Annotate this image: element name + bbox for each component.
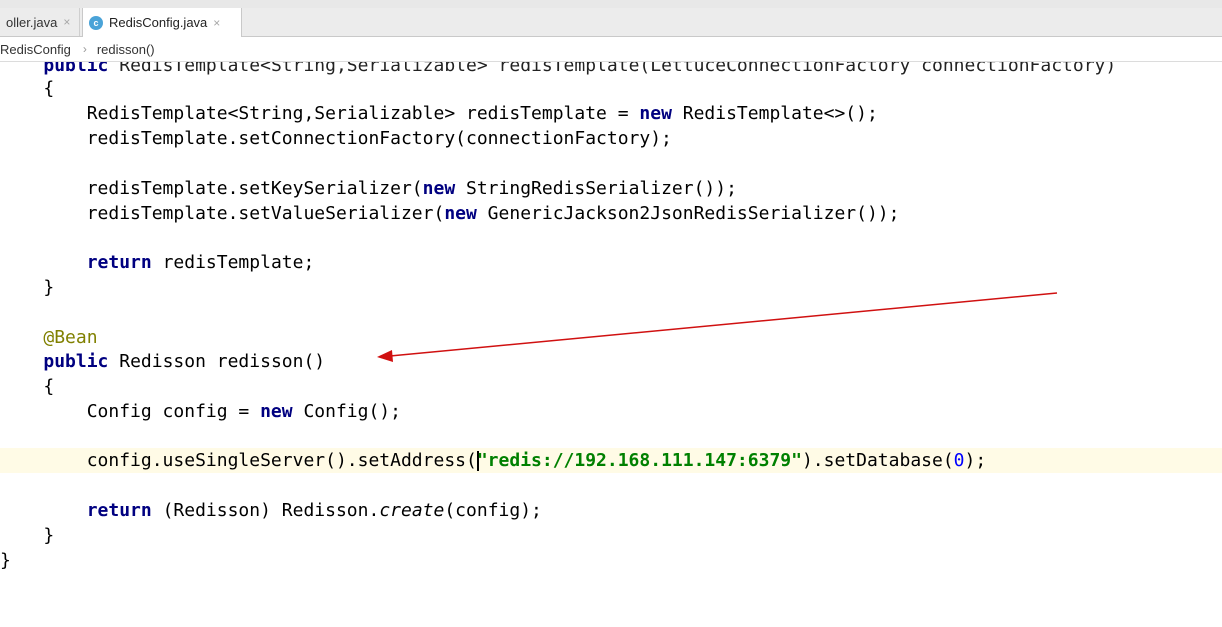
code-line-20: } xyxy=(0,550,11,571)
tab-label: oller.java xyxy=(6,14,58,30)
tab-label: RedisConfig.java xyxy=(109,15,208,30)
code-line-14: Config config = new Config(); xyxy=(86,401,401,422)
breadcrumb-method[interactable]: redisson() xyxy=(97,42,155,57)
tab-controller-java[interactable]: oller.java × xyxy=(0,8,80,36)
tab-redisconfig-java[interactable]: c RedisConfig.java × xyxy=(82,8,242,37)
code-line-8: return redisTemplate; xyxy=(86,252,315,273)
code-line-19: } xyxy=(43,525,55,546)
close-icon[interactable]: × xyxy=(63,15,70,29)
code-line-13: { xyxy=(43,376,55,397)
code-line-9: } xyxy=(43,277,55,298)
code-line-18: return (Redisson) Redisson.create(config… xyxy=(86,500,542,521)
java-class-icon: c xyxy=(89,15,103,30)
breadcrumb-class[interactable]: RedisConfig xyxy=(0,42,71,57)
code-line-16: config.useSingleServer().setAddress("red… xyxy=(0,448,1222,473)
code-line-11: @Bean xyxy=(43,327,98,348)
breadcrumb-separator-icon: › xyxy=(82,42,87,56)
code-line-6: redisTemplate.setValueSerializer(new Gen… xyxy=(86,203,900,224)
code-line-1: { xyxy=(43,78,55,99)
code-line-5: redisTemplate.setKeySerializer(new Strin… xyxy=(86,178,737,199)
editor-tab-bar: oller.java × c RedisConfig.java × xyxy=(0,8,1222,37)
breadcrumb: RedisConfig › redisson() xyxy=(0,37,1222,62)
code-editor[interactable]: public RedisTemplate<String,Serializable… xyxy=(0,62,1222,627)
code-line-12: public Redisson redisson() xyxy=(43,351,326,372)
code-line-2: RedisTemplate<String,Serializable> redis… xyxy=(86,103,878,124)
code-line-3: redisTemplate.setConnectionFactory(conne… xyxy=(86,128,672,149)
close-icon[interactable]: × xyxy=(213,16,220,30)
